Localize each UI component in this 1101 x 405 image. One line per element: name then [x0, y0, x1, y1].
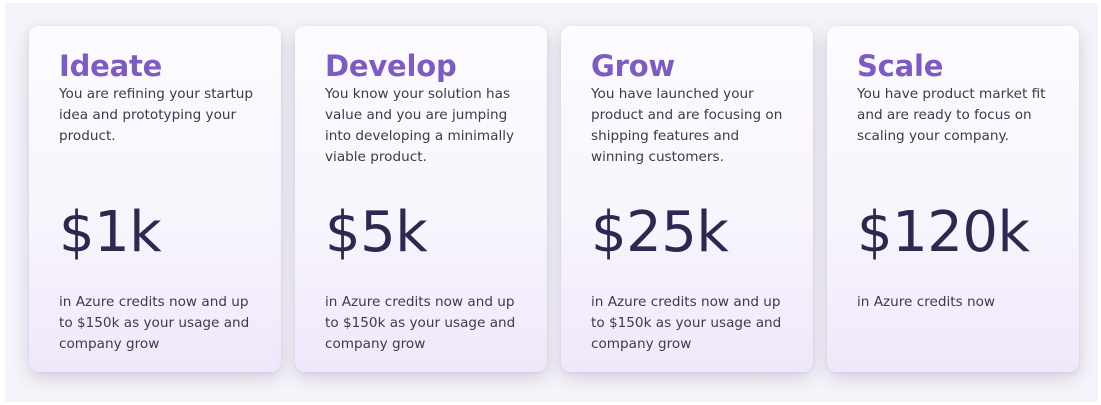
- tier-description: You have product market fit and are read…: [857, 86, 1046, 144]
- tier-description: You have launched your product and are f…: [591, 86, 783, 165]
- tier-credit-amount: $1k: [59, 200, 162, 265]
- tier-title: Grow: [591, 49, 676, 83]
- tiers-section: Ideate You are refining your startup ide…: [5, 3, 1098, 402]
- tier-description: You are refining your startup idea and p…: [59, 86, 254, 144]
- tier-title: Develop: [325, 49, 457, 83]
- tier-credit-note: in Azure credits now: [857, 294, 996, 310]
- tier-credit-note: in Azure credits now and up to $150k as …: [325, 294, 516, 352]
- tier-credit-amount: $25k: [591, 200, 729, 265]
- tier-title: Scale: [857, 49, 944, 83]
- tier-card-ideate: Ideate You are refining your startup ide…: [29, 26, 281, 372]
- tier-card-scale: Scale You have product market fit and ar…: [827, 26, 1079, 372]
- tier-card-grow: Grow You have launched your product and …: [561, 26, 813, 372]
- tier-title: Ideate: [59, 49, 163, 83]
- tier-description: You know your solution has value and you…: [325, 86, 515, 165]
- tier-credit-note: in Azure credits now and up to $150k as …: [591, 294, 782, 352]
- tier-credit-amount: $120k: [857, 200, 1030, 265]
- tier-credit-amount: $5k: [325, 200, 428, 265]
- tier-credit-note: in Azure credits now and up to $150k as …: [59, 294, 250, 352]
- tier-card-develop: Develop You know your solution has value…: [295, 26, 547, 372]
